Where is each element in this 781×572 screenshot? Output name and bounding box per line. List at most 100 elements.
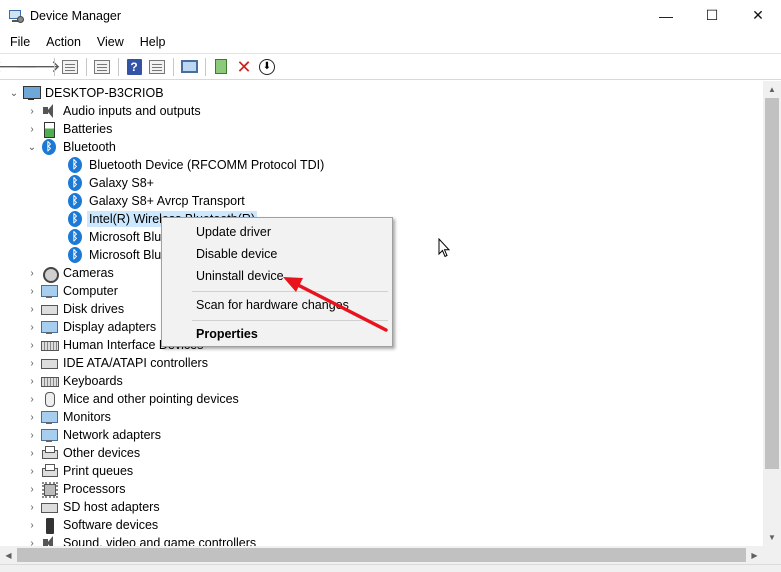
chevron-right-icon[interactable]: › [27, 304, 37, 315]
tree-category-item[interactable]: › Sound, video and game controllers [27, 534, 258, 546]
context-menu-separator [192, 291, 388, 292]
properties-button[interactable] [91, 56, 113, 78]
scroll-left-icon[interactable]: ◀ [0, 546, 17, 564]
tree-category-item[interactable]: › Mice and other pointing devices [27, 390, 241, 408]
properties-menu-item[interactable]: Properties [163, 323, 391, 345]
tree-category-item[interactable]: › Monitors [27, 408, 113, 426]
tree-category-item[interactable]: › Network adapters [27, 426, 163, 444]
monitor-scan-icon [180, 60, 198, 73]
scrollbar-corner [763, 546, 781, 564]
tree-item-label: Processors [63, 482, 126, 496]
tree-item-label: Bluetooth [63, 140, 116, 154]
menu-file[interactable]: File [4, 35, 36, 49]
tree-category-item[interactable]: › Audio inputs and outputs [27, 102, 203, 120]
help-icon: ? [126, 58, 142, 75]
tree-category-item[interactable]: › Processors [27, 480, 128, 498]
disable-device-menu-item[interactable]: Disable device [163, 243, 391, 265]
vertical-scrollbar[interactable]: ▲ ▼ [763, 81, 781, 546]
tree-item-label: Cameras [63, 266, 114, 280]
tree-category-item[interactable]: › IDE ATA/ATAPI controllers [27, 354, 210, 372]
tree-category-item[interactable]: › Software devices [27, 516, 160, 534]
scroll-right-icon[interactable]: ▶ [746, 546, 763, 564]
tree-item-label: Software devices [63, 518, 159, 532]
chevron-right-icon[interactable]: › [27, 484, 37, 495]
scroll-down-icon[interactable]: ▼ [763, 529, 781, 546]
vertical-scroll-thumb[interactable] [765, 98, 779, 469]
tree-item-label: Display adapters [63, 320, 157, 334]
chevron-right-icon[interactable]: › [27, 520, 37, 531]
tree-category-item[interactable]: › Disk drives [27, 300, 126, 318]
update-driver-menu-item[interactable]: Update driver [163, 221, 391, 243]
uninstall-device-button[interactable]: ✕ [233, 56, 255, 78]
chevron-right-icon[interactable]: › [27, 358, 37, 369]
tree-category-item[interactable]: › Computer [27, 282, 120, 300]
keyboard-icon [41, 373, 59, 389]
tree-item-label: Keyboards [63, 374, 123, 388]
chevron-right-icon[interactable]: › [27, 124, 37, 135]
tree-category-item[interactable]: › SD host adapters [27, 498, 162, 516]
scroll-up-icon[interactable]: ▲ [763, 81, 781, 98]
toolbar-separator [54, 57, 55, 76]
tree-category-item[interactable]: › Print queues [27, 462, 135, 480]
maximize-button[interactable]: ☐ [689, 0, 735, 31]
toolbar-separator [173, 57, 174, 76]
tree-item-label: Mice and other pointing devices [63, 392, 239, 406]
mouse-icon [41, 391, 57, 407]
action-pane-button[interactable] [146, 56, 168, 78]
tree-item-label: Galaxy S8+ Avrcp Transport [89, 194, 245, 208]
tree-category-item[interactable]: › Keyboards [27, 372, 125, 390]
chevron-down-icon[interactable]: ⌄ [9, 88, 19, 99]
uninstall-device-menu-item[interactable]: Uninstall device [163, 265, 391, 287]
tree-item-label: SD host adapters [63, 500, 160, 514]
chevron-right-icon[interactable]: › [27, 412, 37, 423]
chevron-right-icon[interactable]: › [27, 376, 37, 387]
chevron-right-icon[interactable]: › [27, 340, 37, 351]
chevron-right-icon[interactable]: › [27, 106, 37, 117]
menu-bar: File Action View Help [0, 31, 781, 53]
tree-item-label: Batteries [63, 122, 113, 136]
chevron-right-icon[interactable]: › [27, 466, 37, 477]
tree-category-item[interactable]: ⌄ ᛒ Bluetooth [27, 138, 118, 156]
keyboard-icon [41, 337, 59, 353]
chevron-right-icon[interactable]: › [27, 286, 37, 297]
chevron-right-icon[interactable]: › [27, 538, 37, 547]
chevron-right-icon[interactable]: › [27, 268, 37, 279]
tree-category-item[interactable]: › Other devices [27, 444, 142, 462]
tree-device-item[interactable]: ᛒ Galaxy S8+ [63, 174, 156, 192]
horizontal-scrollbar[interactable]: ◀ ▶ [0, 546, 763, 564]
enable-device-button[interactable]: ⬇ [256, 56, 278, 78]
tree-category-item[interactable]: › Cameras [27, 264, 116, 283]
menu-action[interactable]: Action [40, 35, 87, 49]
device-manager-icon [8, 8, 24, 24]
horizontal-scroll-thumb[interactable] [17, 548, 746, 562]
forward-button[interactable]: 🡒 [15, 56, 61, 78]
battery-icon [41, 121, 57, 138]
action-pane-icon [149, 59, 165, 74]
help-button[interactable]: ? [123, 56, 145, 78]
scan-hardware-button[interactable] [178, 56, 200, 78]
menu-help[interactable]: Help [134, 35, 172, 49]
tree-root[interactable]: ⌄ DESKTOP-B3CRIOB [9, 84, 166, 102]
chevron-right-icon[interactable]: › [27, 502, 37, 513]
chevron-down-icon[interactable]: ⌄ [27, 142, 37, 153]
speaker-icon [41, 535, 57, 546]
menu-view[interactable]: View [91, 35, 130, 49]
update-driver-button[interactable] [210, 56, 232, 78]
tree-category-item[interactable]: › Display adapters [27, 318, 158, 336]
tree-device-item[interactable]: ᛒ Bluetooth Device (RFCOMM Protocol TDI) [63, 156, 326, 174]
show-hide-console-tree-button[interactable] [59, 56, 81, 78]
tree-device-item[interactable]: ᛒ Galaxy S8+ Avrcp Transport [63, 192, 247, 210]
tree-item-label: Disk drives [63, 302, 125, 316]
chevron-right-icon[interactable]: › [27, 394, 37, 405]
close-button[interactable]: ✕ [735, 0, 781, 31]
chevron-right-icon[interactable]: › [27, 430, 37, 441]
context-menu: Update driver Disable device Uninstall d… [161, 217, 393, 347]
chevron-right-icon[interactable]: › [27, 322, 37, 333]
printer-icon [41, 463, 58, 479]
tree-category-item[interactable]: › Batteries [27, 120, 114, 138]
scan-hardware-menu-item[interactable]: Scan for hardware changes [163, 294, 391, 316]
tree-item-label: Galaxy S8+ [89, 176, 154, 190]
chevron-right-icon[interactable]: › [27, 448, 37, 459]
title-bar: Device Manager — ☐ ✕ [0, 0, 781, 31]
minimize-button[interactable]: — [643, 0, 689, 31]
